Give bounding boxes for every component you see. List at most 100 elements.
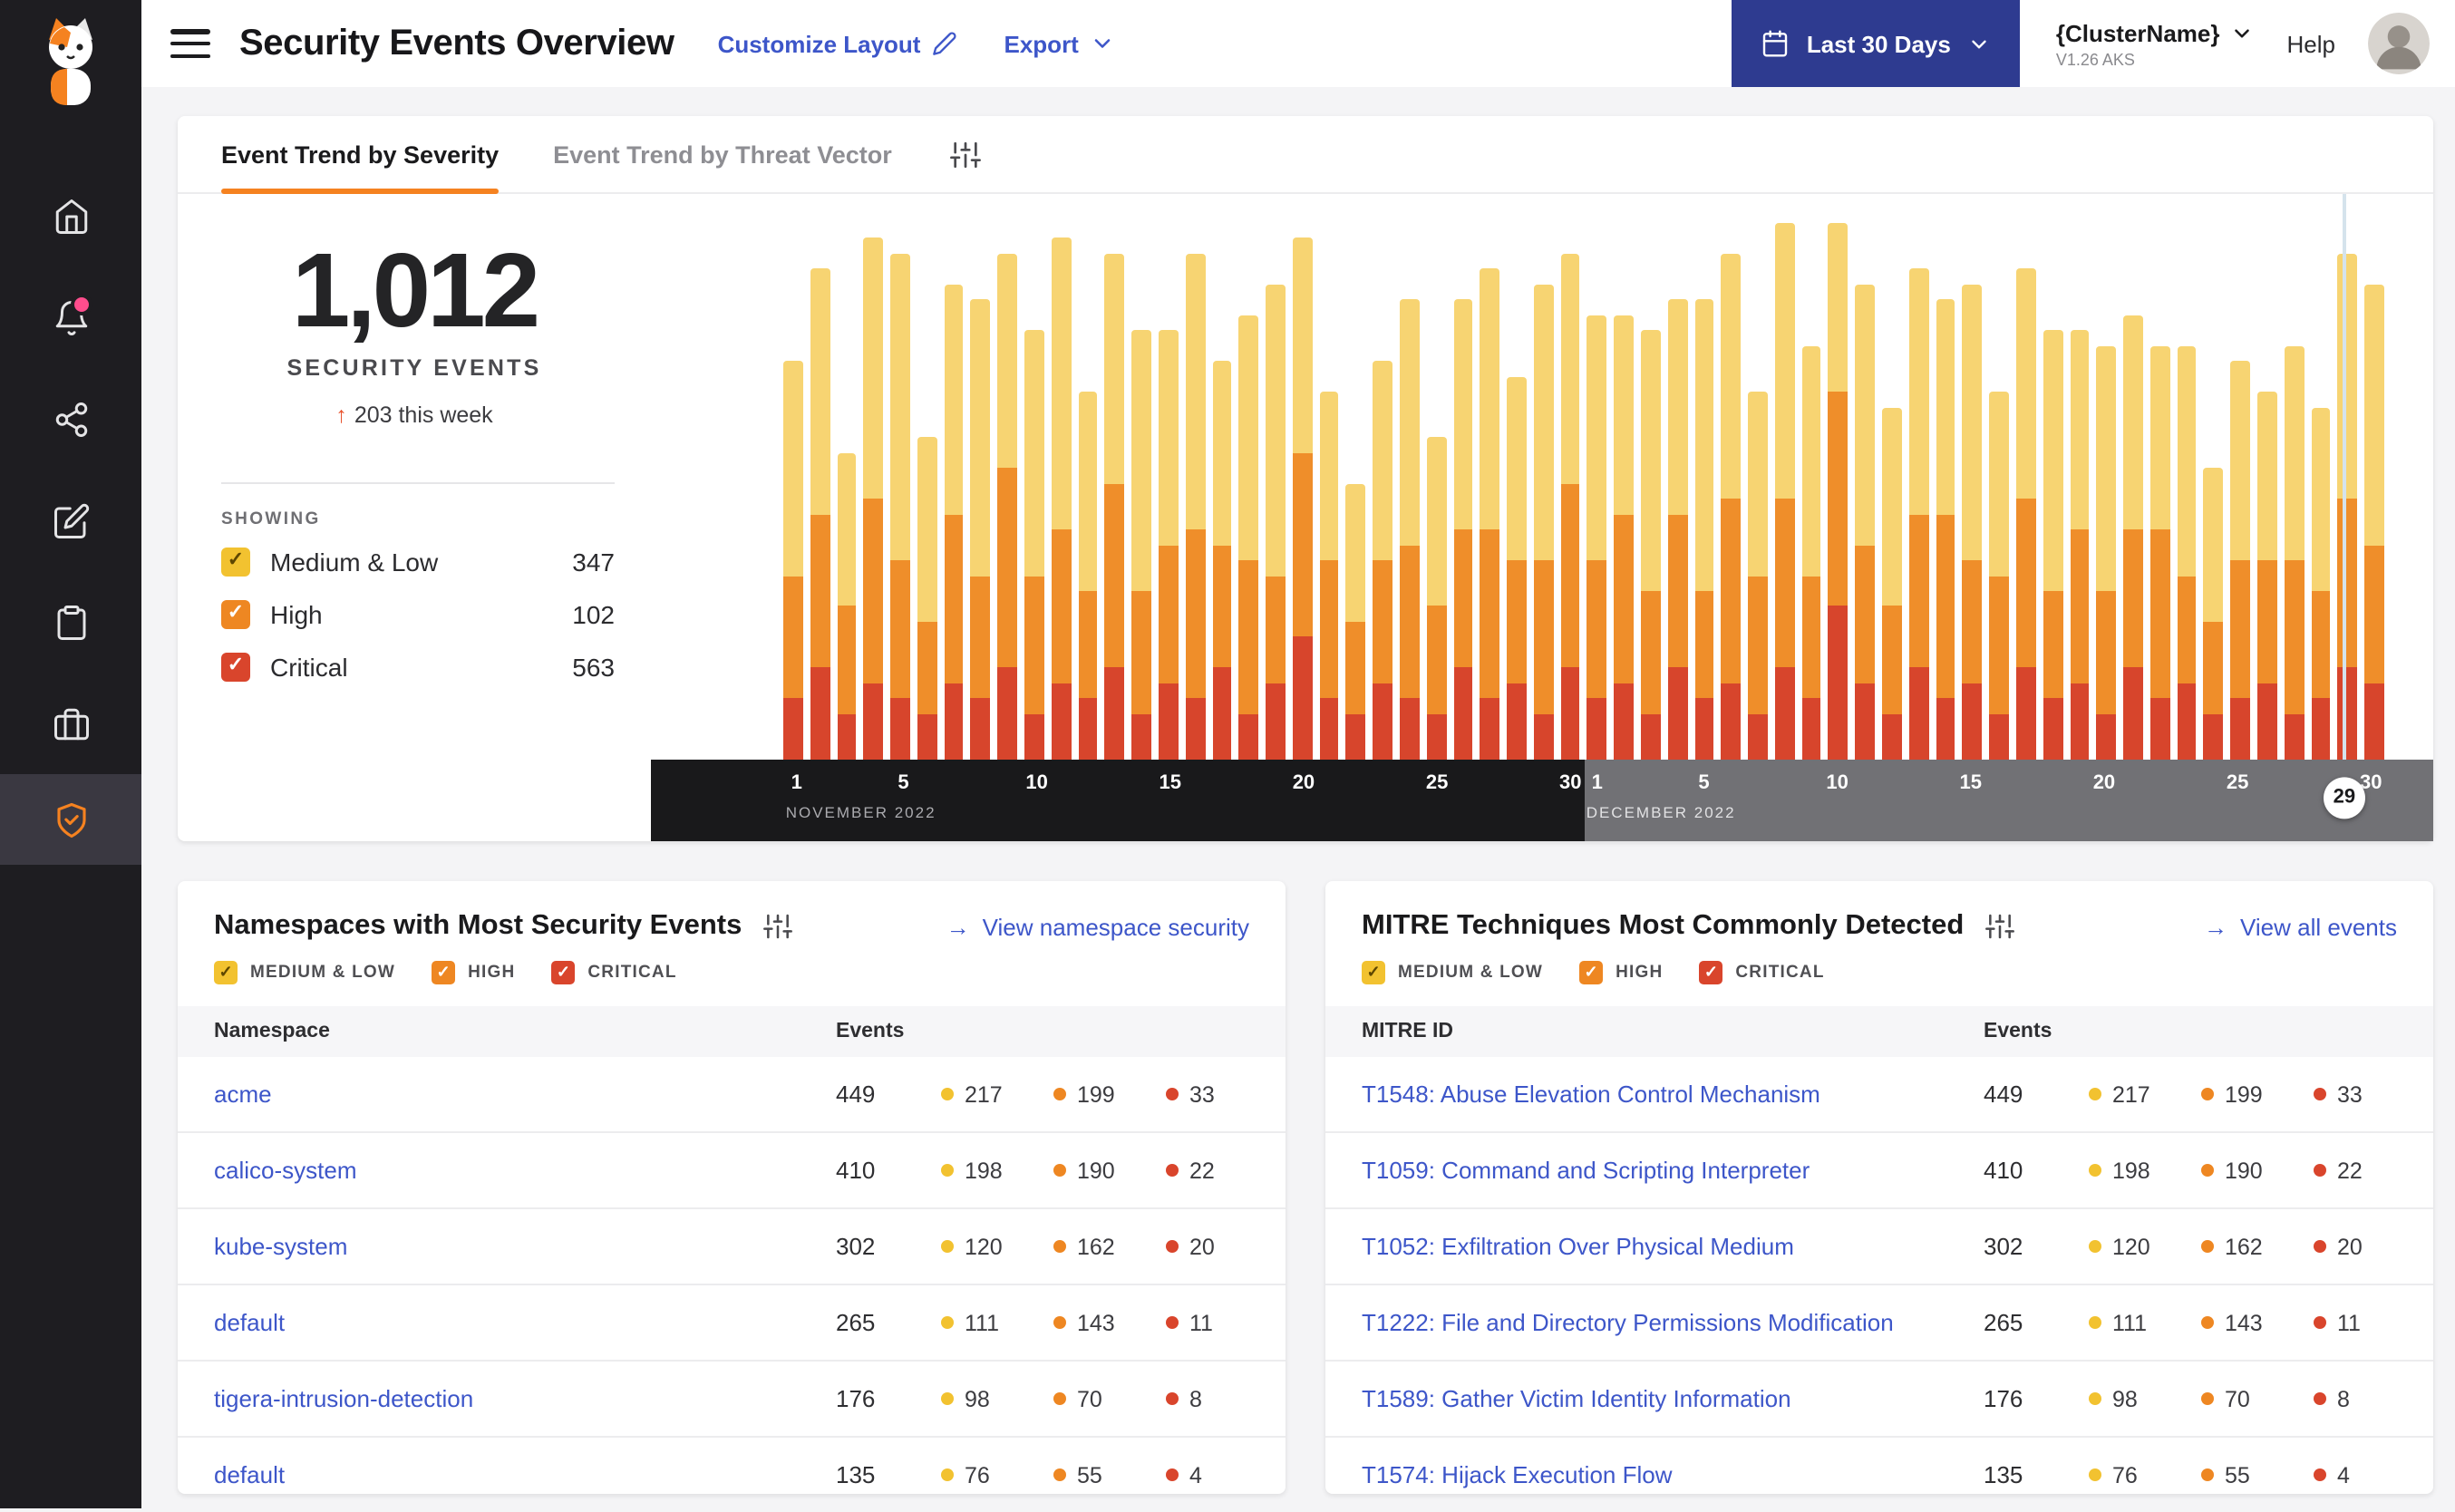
chart-bar[interactable] — [1158, 223, 1179, 760]
chart-bar[interactable] — [2256, 223, 2277, 760]
chart-bar[interactable] — [1480, 223, 1500, 760]
chart-bar[interactable] — [1373, 223, 1392, 760]
chart-bar[interactable] — [1024, 223, 1044, 760]
chart-bar[interactable] — [2337, 223, 2358, 760]
filter-medium-low[interactable]: ✓ MEDIUM & LOW — [1362, 961, 1543, 984]
row-link[interactable]: default — [214, 1461, 836, 1488]
view-namespace-security-link[interactable]: → View namespace security — [946, 913, 1249, 940]
chart-bar[interactable] — [1051, 223, 1072, 760]
filter-sliders-icon[interactable] — [763, 912, 793, 941]
row-link[interactable]: T1548: Abuse Elevation Control Mechanism — [1362, 1081, 1984, 1108]
checkbox-high[interactable]: ✓ — [221, 599, 250, 629]
chart-bar[interactable] — [1774, 223, 1795, 760]
sidebar-item-policies[interactable] — [0, 470, 141, 571]
sidebar-item-home[interactable] — [0, 165, 141, 267]
row-link[interactable]: calico-system — [214, 1157, 836, 1184]
chart-bar[interactable] — [1936, 223, 1955, 760]
chart-bar[interactable] — [1319, 223, 1339, 760]
legend-high[interactable]: ✓ High 102 — [221, 599, 615, 629]
chart-bar[interactable] — [970, 223, 991, 760]
chart-bar[interactable] — [783, 223, 803, 760]
chart-bar[interactable] — [1345, 223, 1366, 760]
chart-bar[interactable] — [1560, 223, 1580, 760]
row-link[interactable]: T1574: Hijack Execution Flow — [1362, 1461, 1984, 1488]
chart-bar[interactable] — [1882, 223, 1902, 760]
row-link[interactable]: default — [214, 1309, 836, 1336]
chart-bar[interactable] — [1185, 223, 1205, 760]
chart-bar[interactable] — [1212, 223, 1232, 760]
chart-bar[interactable] — [2070, 223, 2090, 760]
date-range-button[interactable]: Last 30 Days — [1732, 0, 2020, 87]
filter-critical[interactable]: ✓ CRITICAL — [551, 961, 676, 984]
filter-medium-low[interactable]: ✓ MEDIUM & LOW — [214, 961, 395, 984]
hamburger-menu-button[interactable] — [170, 29, 210, 58]
chart-bar[interactable] — [810, 223, 830, 760]
legend-critical[interactable]: ✓ Critical 563 — [221, 652, 615, 682]
chart-bar[interactable] — [1131, 223, 1151, 760]
checkbox-critical[interactable]: ✓ — [221, 652, 250, 682]
chart-bar[interactable] — [1507, 223, 1527, 760]
checkbox-medium-low[interactable]: ✓ — [1362, 961, 1385, 984]
chart-bar[interactable] — [1426, 223, 1447, 760]
chart-bar[interactable] — [1989, 223, 2009, 760]
row-link[interactable]: T1222: File and Directory Permissions Mo… — [1362, 1309, 1984, 1336]
checkbox-medium-low[interactable]: ✓ — [214, 961, 238, 984]
chart-bar[interactable] — [944, 223, 964, 760]
tab-event-trend-by-severity[interactable]: Event Trend by Severity — [221, 116, 500, 194]
chart-bar[interactable] — [2177, 223, 2197, 760]
calico-cat-logo[interactable] — [34, 15, 107, 118]
sidebar-item-threat-defense[interactable] — [0, 774, 141, 865]
chart-settings-sliders-icon[interactable] — [949, 139, 981, 170]
sidebar-item-alerts[interactable] — [0, 267, 141, 368]
checkbox-critical[interactable]: ✓ — [1699, 961, 1723, 984]
checkbox-high[interactable]: ✓ — [432, 961, 456, 984]
chart-bar[interactable] — [1453, 223, 1473, 760]
chart-bar[interactable] — [1266, 223, 1286, 760]
chart-bar[interactable] — [1292, 223, 1313, 760]
chart-bar[interactable] — [2149, 223, 2170, 760]
chart-bar[interactable] — [863, 223, 884, 760]
timeline-brush[interactable]: 1 5 10 15 20 25 30 NOVEMBER 2022 1 5 10 15 20 25 30 DEC… — [651, 760, 2433, 841]
chart-bar[interactable] — [1078, 223, 1098, 760]
export-button[interactable]: Export — [1004, 30, 1115, 57]
chart-bar[interactable] — [1694, 223, 1714, 760]
chart-bar[interactable] — [2284, 223, 2305, 760]
filter-critical[interactable]: ✓ CRITICAL — [1699, 961, 1824, 984]
chart-bar[interactable] — [1855, 223, 1876, 760]
filter-high[interactable]: ✓ HIGH — [432, 961, 515, 984]
sidebar-item-image-assurance[interactable] — [0, 673, 141, 774]
checkbox-medium-low[interactable]: ✓ — [221, 547, 250, 577]
row-link[interactable]: T1052: Exfiltration Over Physical Medium — [1362, 1233, 1984, 1260]
sidebar-item-compliance[interactable] — [0, 571, 141, 673]
chart-bar[interactable] — [1962, 223, 1983, 760]
chart-bar[interactable] — [2364, 223, 2384, 760]
chart-bar[interactable] — [1614, 223, 1634, 760]
chart-bar[interactable] — [2230, 223, 2250, 760]
row-link[interactable]: acme — [214, 1081, 836, 1108]
legend-medium-low[interactable]: ✓ Medium & Low 347 — [221, 547, 615, 577]
chart-bar[interactable] — [2123, 223, 2143, 760]
checkbox-high[interactable]: ✓ — [1579, 961, 1604, 984]
chart-bar[interactable] — [997, 223, 1018, 760]
chart-bar[interactable] — [1908, 223, 1929, 760]
chart-bar[interactable] — [2015, 223, 2036, 760]
row-link[interactable]: T1589: Gather Victim Identity Informatio… — [1362, 1385, 1984, 1412]
chart-bar[interactable] — [917, 223, 937, 760]
view-all-events-link[interactable]: → View all events — [2204, 913, 2397, 940]
filter-sliders-icon[interactable] — [1985, 912, 2015, 941]
chart-bar[interactable] — [2203, 223, 2224, 760]
chart-bar[interactable] — [1587, 223, 1607, 760]
chart-bar[interactable] — [1104, 223, 1125, 760]
row-link[interactable]: tigera-intrusion-detection — [214, 1385, 836, 1412]
row-link[interactable]: T1059: Command and Scripting Interpreter — [1362, 1157, 1984, 1184]
chart-bar[interactable] — [1238, 223, 1259, 760]
chart-bar[interactable] — [1801, 223, 1821, 760]
chart-bar[interactable] — [890, 223, 910, 760]
chart-bar[interactable] — [1748, 223, 1768, 760]
chart-bar[interactable] — [2311, 223, 2331, 760]
chart-bar[interactable] — [1641, 223, 1661, 760]
row-link[interactable]: kube-system — [214, 1233, 836, 1260]
chart-bar[interactable] — [1533, 223, 1554, 760]
chart-bar[interactable] — [1667, 223, 1688, 760]
chart-bar[interactable] — [1721, 223, 1742, 760]
